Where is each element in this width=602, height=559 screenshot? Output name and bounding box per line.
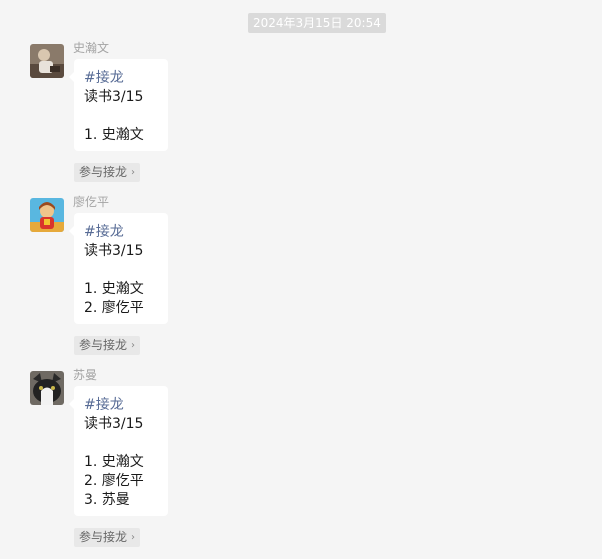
chevron-right-icon: › <box>131 532 136 543</box>
chevron-right-icon: › <box>131 167 136 178</box>
solitaire-entry: 1. 史瀚文 <box>84 127 144 143</box>
avatar[interactable] <box>30 198 64 232</box>
sender-name: 史瀚文 <box>73 41 110 55</box>
solitaire-tag[interactable]: #接龙 <box>84 396 158 415</box>
solitaire-entry: 1. 史瀚文 <box>84 281 144 297</box>
message-bubble[interactable]: #接龙 读书3/15 1. 史瀚文 <box>69 59 168 151</box>
join-solitaire-label: 参与接龙 <box>79 165 128 179</box>
solitaire-entry: 2. 廖仡平 <box>84 473 144 489</box>
message-bubble[interactable]: #接龙 读书3/15 1. 史瀚文 2. 廖仡平 3. 苏曼 <box>69 386 168 516</box>
chevron-right-icon: › <box>131 340 136 351</box>
sender-name: 廖仡平 <box>73 195 110 209</box>
solitaire-title: 读书3/15 <box>84 243 144 259</box>
solitaire-tag[interactable]: #接龙 <box>84 223 158 242</box>
solitaire-entry: 2. 廖仡平 <box>84 300 144 316</box>
join-solitaire-button[interactable]: 参与接龙 › <box>74 528 141 547</box>
avatar[interactable] <box>30 44 64 78</box>
solitaire-entry: 3. 苏曼 <box>84 492 130 508</box>
solitaire-tag[interactable]: #接龙 <box>84 69 158 88</box>
join-solitaire-button[interactable]: 参与接龙 › <box>74 336 141 355</box>
solitaire-title: 读书3/15 <box>84 89 144 105</box>
solitaire-entry: 1. 史瀚文 <box>84 454 144 470</box>
chat-timestamp: 2024年3月15日 20:54 <box>248 13 386 33</box>
avatar[interactable] <box>30 371 64 405</box>
message-bubble[interactable]: #接龙 读书3/15 1. 史瀚文 2. 廖仡平 <box>69 213 168 324</box>
solitaire-title: 读书3/15 <box>84 416 144 432</box>
sender-name: 苏曼 <box>73 368 98 382</box>
join-solitaire-label: 参与接龙 <box>79 338 128 352</box>
join-solitaire-label: 参与接龙 <box>79 530 128 544</box>
join-solitaire-button[interactable]: 参与接龙 › <box>74 163 141 182</box>
